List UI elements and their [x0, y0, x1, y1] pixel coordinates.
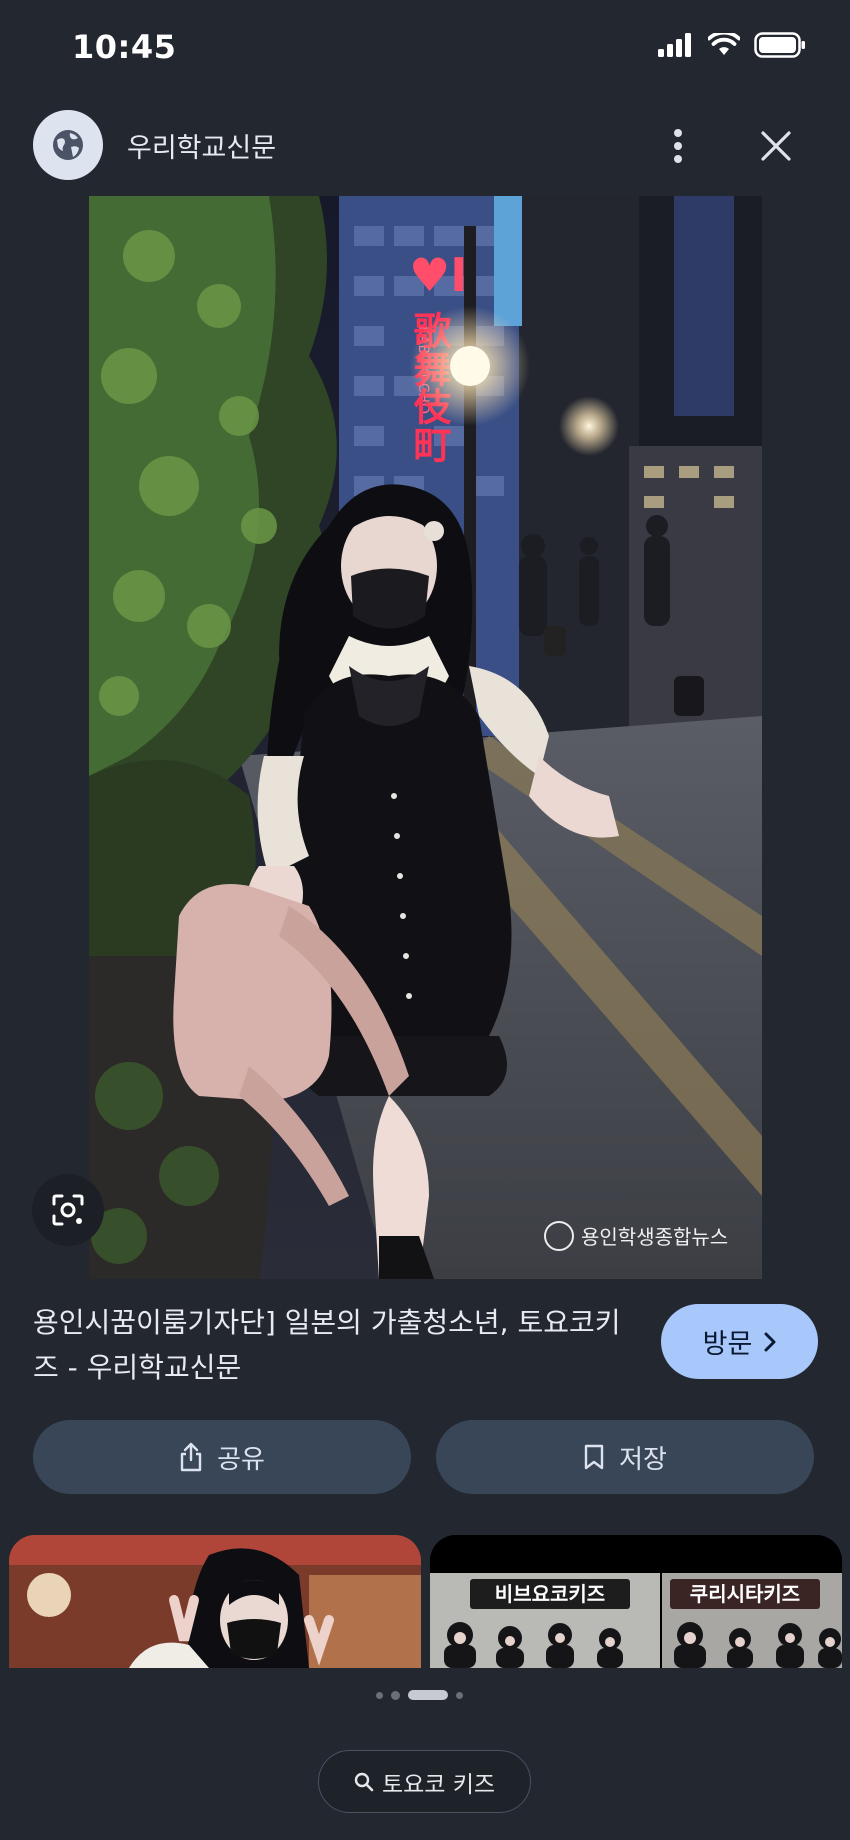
related-label-2: 쿠리시타키즈 [690, 1582, 800, 1606]
related-image-1[interactable] [9, 1535, 421, 1668]
related-photo-1 [9, 1535, 421, 1668]
save-label: 저장 [619, 1444, 667, 1475]
google-lens-icon [52, 1194, 84, 1226]
save-button[interactable]: 저장 [436, 1420, 814, 1494]
related-label-1: 비브요코키즈 [495, 1582, 605, 1606]
more-vert-icon [674, 129, 682, 163]
pager-dot[interactable] [376, 1691, 383, 1699]
svg-text:♥I: ♥I [409, 248, 467, 302]
result-caption[interactable]: 용인시꿈이룸기자단] 일본의 가출청소년, 토요코키즈 - 우리학교신문 [33, 1300, 633, 1390]
bookmark-icon [584, 1444, 604, 1470]
share-label: 공유 [217, 1444, 265, 1475]
search-chip-label: 토요코 키즈 [381, 1771, 496, 1798]
related-search-chip[interactable]: 토요코 키즈 [318, 1750, 531, 1813]
share-icon [180, 1442, 202, 1472]
globe-icon [53, 130, 83, 160]
status-bar: 10:45 [0, 0, 850, 96]
related-image-2[interactable]: 비브요코키즈 쿠리시타키즈 [430, 1535, 842, 1668]
visit-label: 방문 [702, 1329, 753, 1360]
visit-button[interactable]: 방문 [661, 1304, 818, 1379]
chevron-right-icon [764, 1332, 776, 1351]
site-title[interactable]: 우리학교신문 [127, 126, 276, 165]
street-photo: ♥I KABUKI-CHO 歌舞伎町 [89, 196, 762, 1279]
status-icons [658, 32, 806, 58]
search-icon [354, 1772, 374, 1791]
carousel-pager [376, 1690, 463, 1700]
top-bar: 우리학교신문 [0, 96, 850, 196]
pager-dot-active[interactable] [408, 1690, 448, 1700]
related-photo-2: 비브요코키즈 쿠리시타키즈 [430, 1535, 842, 1668]
close-icon [761, 131, 791, 161]
pager-dot[interactable] [391, 1690, 400, 1700]
result-image[interactable]: ♥I KABUKI-CHO 歌舞伎町 [89, 196, 762, 1279]
close-button[interactable] [752, 122, 800, 170]
wifi-icon [708, 33, 740, 55]
watermark-text: 용인학생종합뉴스 [581, 1225, 728, 1249]
pager-dot[interactable] [456, 1691, 463, 1699]
site-favicon[interactable] [33, 110, 103, 180]
status-time: 10:45 [72, 28, 177, 66]
more-options-button[interactable] [658, 122, 698, 170]
share-button[interactable]: 공유 [33, 1420, 411, 1494]
battery-icon [754, 32, 805, 58]
google-lens-button[interactable] [32, 1174, 104, 1246]
signal-icon [658, 33, 691, 57]
